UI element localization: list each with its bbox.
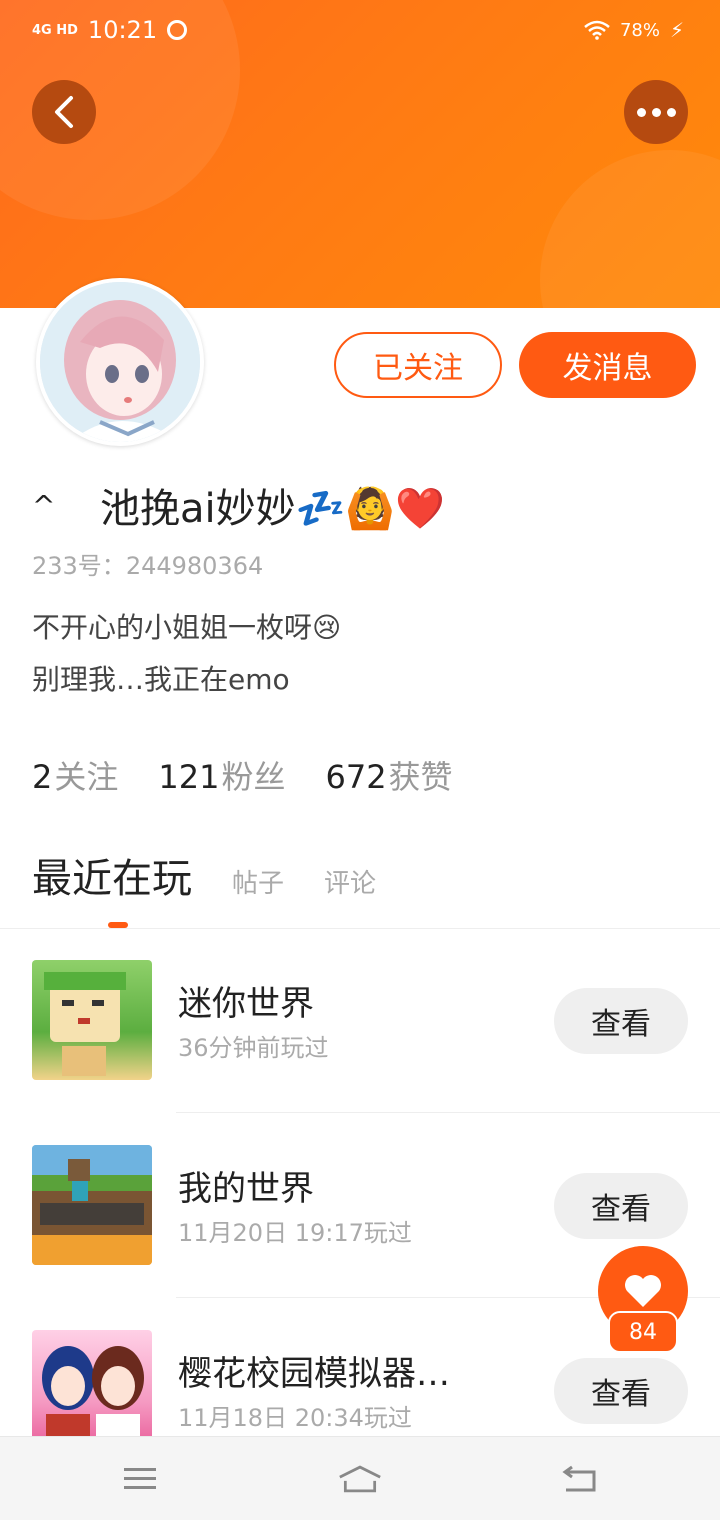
back-nav-button[interactable]	[558, 1457, 602, 1501]
user-id: 233号：244980364	[32, 546, 263, 581]
caret-up-icon[interactable]: ^	[32, 489, 100, 522]
menu-button[interactable]	[118, 1457, 162, 1501]
more-options-button[interactable]	[624, 80, 688, 144]
stat-value: 2	[32, 758, 53, 796]
home-icon	[339, 1465, 381, 1493]
view-button[interactable]: 查看	[554, 988, 688, 1054]
nickname-row: ^ 池挽ai妙妙💤🙆❤️	[32, 470, 445, 540]
stat-likes[interactable]: 672 获赞	[325, 752, 452, 798]
stat-label: 关注	[54, 758, 119, 796]
list-divider	[176, 1112, 720, 1113]
nickname: 池挽ai妙妙💤🙆❤️	[100, 486, 446, 532]
sync-icon	[167, 20, 188, 40]
game-name: 我的世界	[178, 1169, 314, 1209]
followed-button[interactable]: 已关注	[334, 332, 502, 398]
stat-value: 672	[325, 758, 387, 796]
status-left: 4G HD 10:21	[32, 16, 188, 44]
stat-label: 获赞	[388, 758, 453, 796]
tab-comments[interactable]: 评论	[324, 863, 376, 900]
home-button[interactable]	[338, 1457, 382, 1501]
network-indicator: 4G HD	[32, 22, 78, 38]
status-right: 78% ⚡	[584, 18, 684, 42]
anime-girl-avatar-image	[40, 282, 200, 442]
list-item[interactable]: 迷你世界 36分钟前玩过 查看	[0, 960, 720, 1145]
game-name: 樱花校园模拟器…	[178, 1354, 450, 1394]
banner-decoration	[540, 150, 720, 308]
bio: 不开心的小姐姐一枚呀😢 别理我…我正在emo	[32, 602, 341, 706]
minecraft-icon	[32, 1145, 152, 1265]
heart-icon	[625, 1275, 661, 1307]
user-id-value: 244980364	[125, 552, 264, 580]
avatar[interactable]	[36, 278, 204, 446]
menu-icon	[124, 1468, 156, 1489]
view-button[interactable]: 查看	[554, 1173, 688, 1239]
battery-level: 78%	[619, 19, 660, 41]
send-message-button[interactable]: 发消息	[519, 332, 696, 398]
back-button[interactable]	[32, 80, 96, 144]
wifi-icon	[584, 20, 610, 40]
tab-posts[interactable]: 帖子	[232, 863, 284, 900]
stat-followers[interactable]: 121 粉丝	[158, 752, 285, 798]
user-id-label: 233号：	[32, 552, 126, 580]
status-time: 10:21	[87, 16, 158, 44]
like-count-badge: 84	[608, 1311, 678, 1353]
stat-following[interactable]: 2 关注	[32, 752, 118, 798]
tab-recently-played[interactable]: 最近在玩	[32, 846, 192, 904]
stat-value: 121	[158, 758, 220, 796]
status-bar: 4G HD 10:21 78% ⚡	[0, 0, 720, 64]
more-dots-icon	[636, 107, 676, 117]
stat-label: 粉丝	[221, 758, 286, 796]
system-nav-bar	[0, 1436, 720, 1520]
profile-tabs: 最近在玩 帖子 评论	[32, 846, 376, 904]
sakura-school-icon	[32, 1330, 152, 1450]
game-name: 迷你世界	[178, 984, 314, 1024]
view-button[interactable]: 查看	[554, 1358, 688, 1424]
chevron-left-icon	[55, 96, 73, 128]
bio-line: 不开心的小姐姐一枚呀😢	[32, 611, 342, 644]
game-played-time: 36分钟前玩过	[178, 1034, 329, 1062]
game-played-time: 11月20日 19:17玩过	[178, 1219, 412, 1247]
game-played-time: 11月18日 20:34玩过	[178, 1404, 412, 1432]
back-arrow-icon	[562, 1465, 596, 1492]
mini-world-icon	[32, 960, 152, 1080]
bio-line: 别理我…我正在emo	[32, 663, 290, 696]
profile-stats: 2 关注 121 粉丝 672 获赞	[32, 752, 453, 798]
charging-icon: ⚡	[669, 18, 684, 42]
tabs-divider	[0, 928, 720, 929]
